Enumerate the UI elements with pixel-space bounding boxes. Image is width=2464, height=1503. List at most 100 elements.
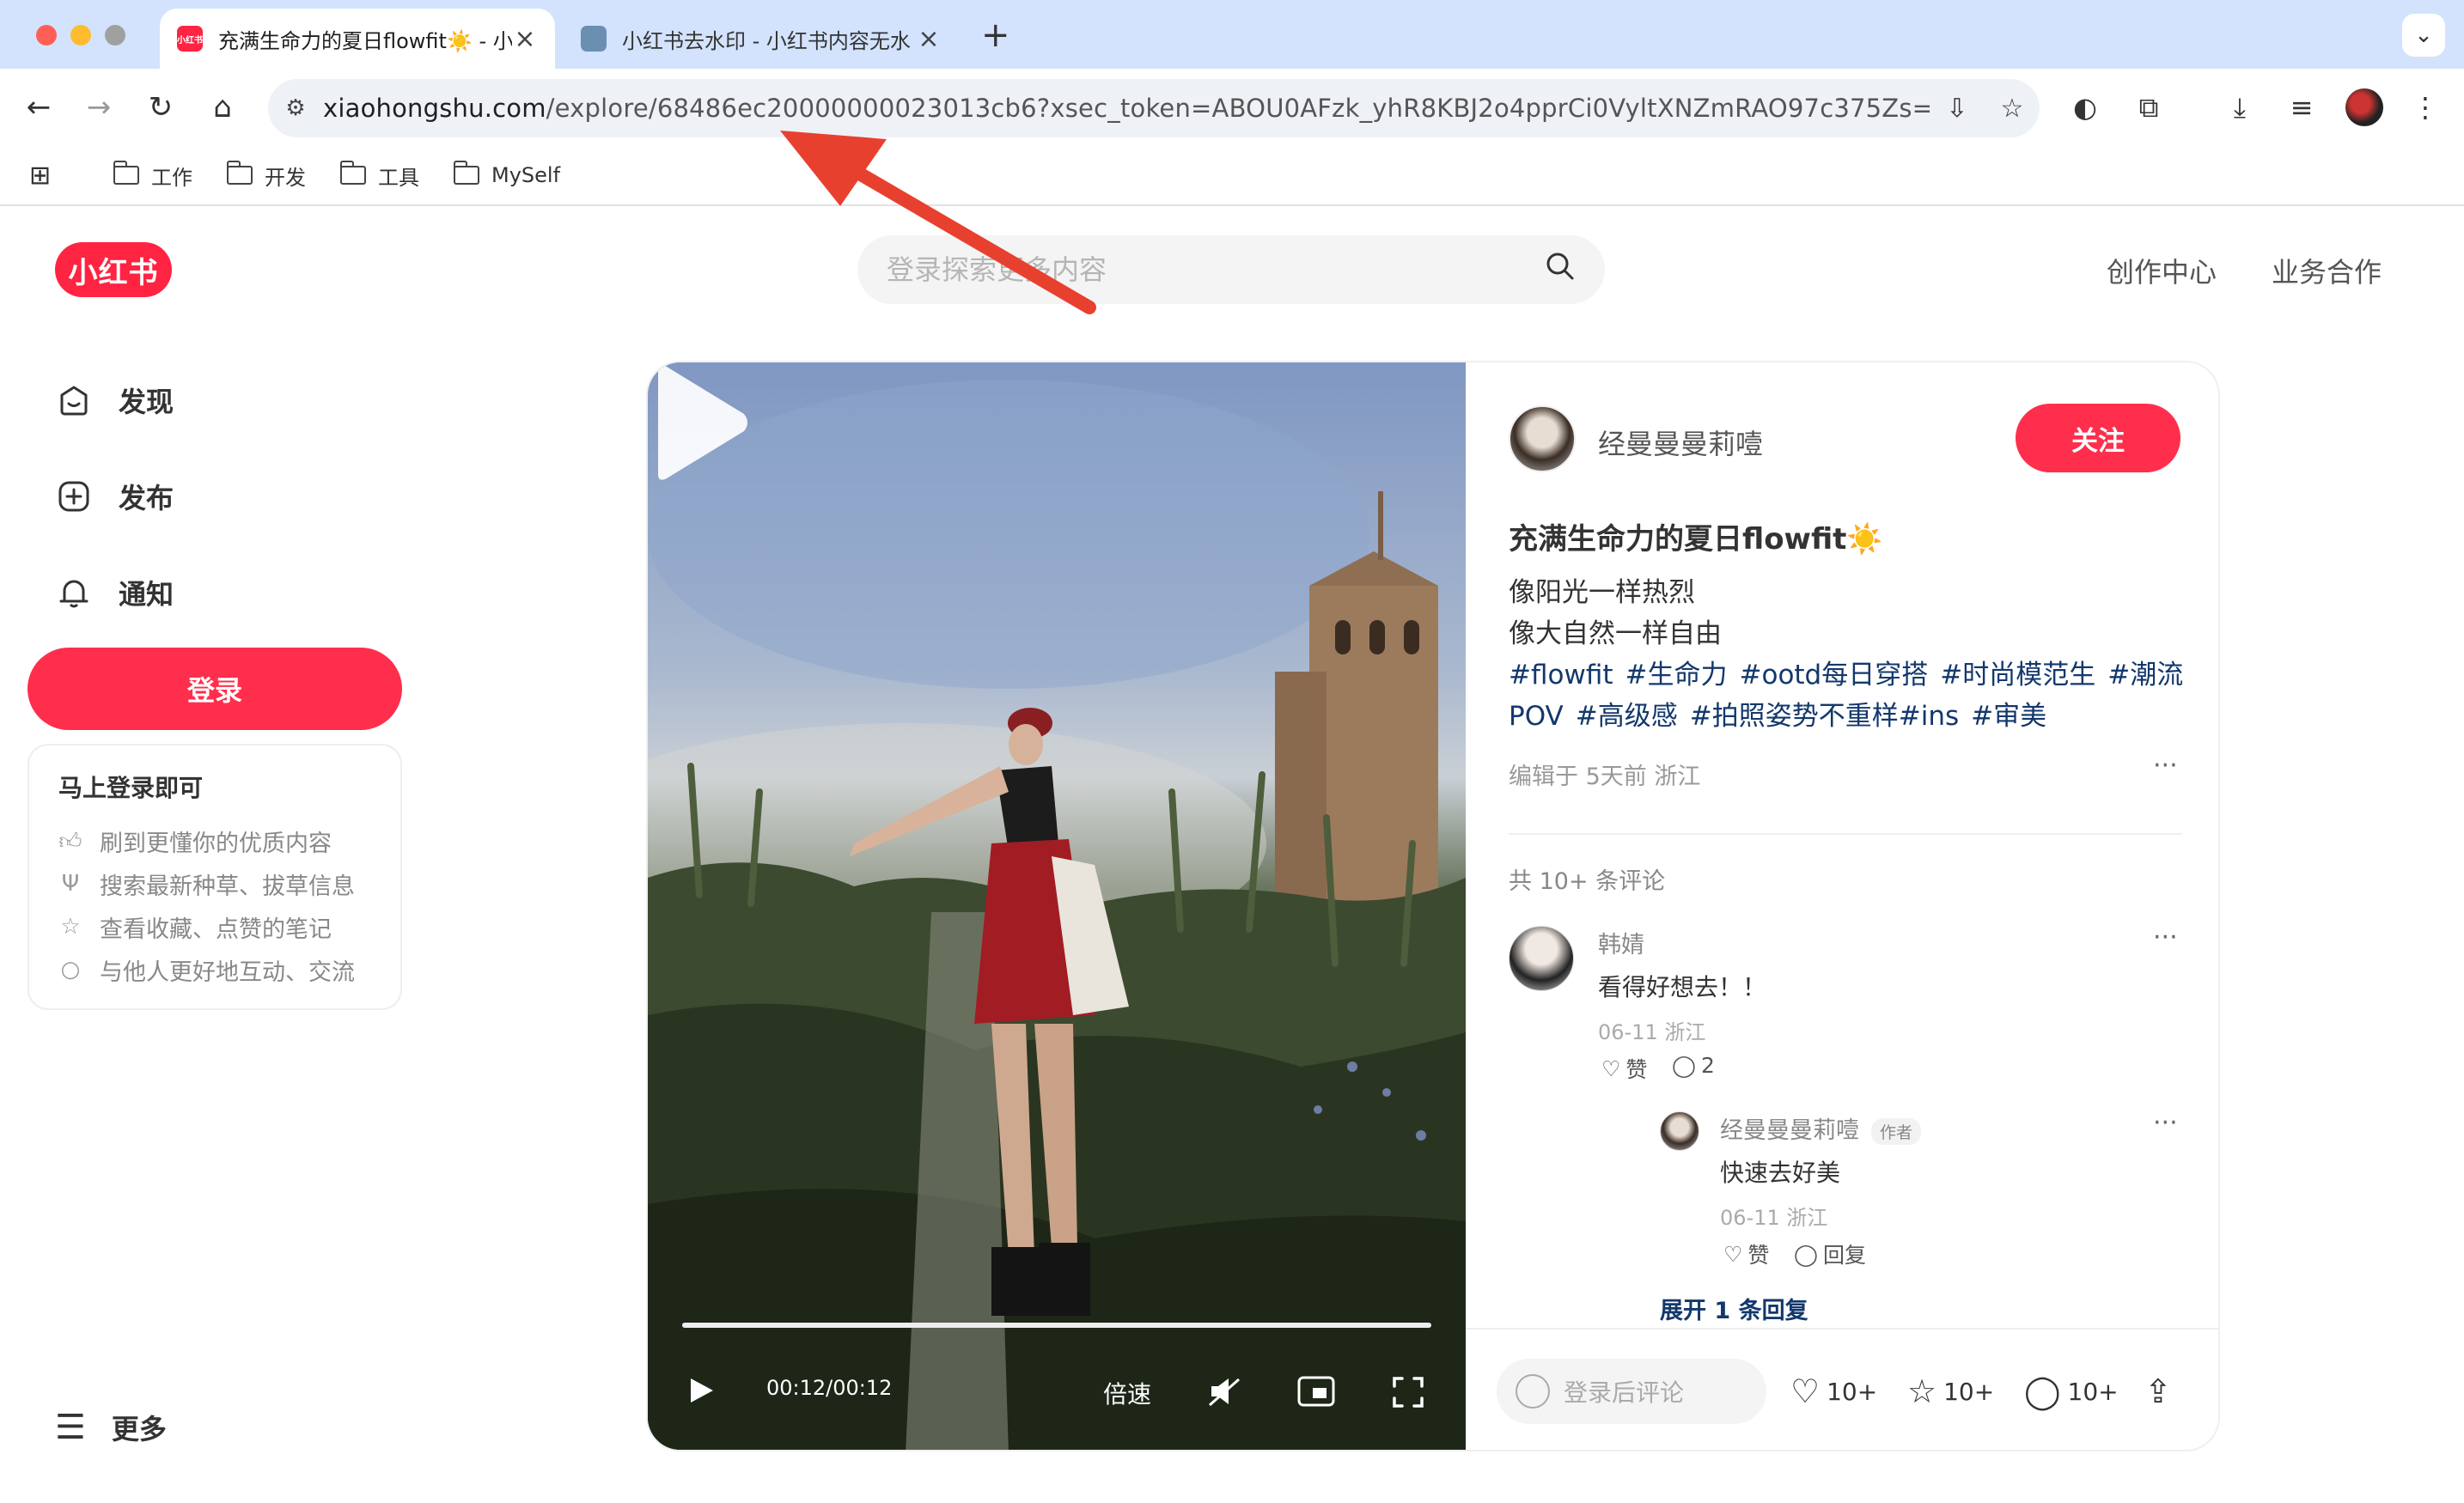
sidebar-item-publish[interactable]: 发布: [55, 471, 174, 522]
hashtag[interactable]: #拍照姿势不重样: [1690, 701, 1899, 732]
window-zoom-button[interactable]: [105, 25, 125, 46]
user-avatar-placeholder-icon: [1516, 1374, 1550, 1409]
chat-bubble-icon: ◯: [2024, 1372, 2061, 1410]
new-tab-button[interactable]: +: [981, 15, 1010, 55]
comment-placeholder: 登录后评论: [1564, 1378, 1685, 1407]
downloads-icon[interactable]: ⤓: [2218, 86, 2261, 129]
comment-more-icon[interactable]: ···: [2153, 922, 2178, 952]
browser-tab-bar: 小红书 充满生命力的夏日flowfit☀️ - 小 × 小红书去水印 - 小红书…: [0, 0, 2464, 69]
author-name[interactable]: 经曼曼曼莉噎: [1598, 423, 1763, 462]
playback-speed-button[interactable]: 倍速: [1103, 1376, 1151, 1410]
comment-like-button[interactable]: ♡ 赞: [1601, 1053, 1647, 1084]
browser-menu-icon[interactable]: ⋮: [2404, 86, 2447, 129]
heart-icon: ♡: [1790, 1372, 1821, 1410]
extensions-puzzle-icon[interactable]: ⧉: [2127, 86, 2170, 129]
divider: [1509, 833, 2182, 835]
follow-button[interactable]: 关注: [2016, 404, 2180, 472]
comment-button[interactable]: ◯ 10+: [2024, 1372, 2119, 1410]
media-control-icon[interactable]: ≡: [2280, 86, 2323, 129]
commenter-avatar[interactable]: [1509, 926, 1574, 991]
bookmark-folder-myself[interactable]: MySelf: [453, 158, 561, 192]
collect-count: 10+: [1943, 1377, 1995, 1406]
sidebar-item-notifications[interactable]: 通知: [55, 567, 174, 618]
install-app-icon[interactable]: ⇩: [1930, 94, 1985, 124]
bookmark-folder-tools[interactable]: 工具: [339, 158, 419, 192]
forward-arrow-icon[interactable]: →: [77, 86, 120, 129]
hashtag[interactable]: #ootd每日穿搭: [1740, 660, 1929, 691]
bookmark-folder-work[interactable]: 工作: [113, 158, 192, 192]
chat-icon: ○: [60, 957, 81, 983]
apps-grid-icon[interactable]: ⊞: [29, 158, 51, 192]
sidebar-more[interactable]: ☰ 更多: [55, 1402, 167, 1453]
tab-search-chevron-icon[interactable]: ⌄: [2402, 14, 2445, 57]
hashtag[interactable]: #ins: [1899, 701, 1959, 732]
thumbs-up-icon: 👍︎: [58, 828, 82, 855]
bookmark-label: MySelf: [491, 163, 561, 187]
reply-like-button[interactable]: ♡ 赞: [1723, 1238, 1769, 1269]
bell-icon: [55, 574, 93, 612]
commenter-name[interactable]: 韩婧: [1598, 926, 1644, 959]
window-minimize-button[interactable]: [70, 25, 91, 46]
benefit-row: Ψ 搜索最新种草、拔草信息: [58, 862, 371, 905]
back-arrow-icon[interactable]: ←: [17, 86, 60, 129]
video-player[interactable]: 00:12/00:12 倍速: [648, 362, 1466, 1450]
play-overlay-icon[interactable]: [648, 362, 751, 483]
note-tags: #flowfit #生命力 #ootd每日穿搭 #时尚模范生 #潮流POV #高级感 #拍照…: [1509, 654, 2187, 737]
share-button[interactable]: ⇪: [2144, 1372, 2179, 1410]
search-icon[interactable]: [1545, 251, 1576, 289]
engagement-bar: 登录后评论 ♡ 10+ ☆ 10+ ◯ 10+ ⇪: [1466, 1328, 2218, 1450]
note-detail-card: 00:12/00:12 倍速 经曼曼曼莉噎 关注 充满生命力的夏日flowfit…: [646, 361, 2220, 1451]
video-progress-bar[interactable]: [682, 1323, 1431, 1328]
hashtag[interactable]: #审美: [1971, 701, 2046, 732]
extension-orb-icon[interactable]: ◐: [2064, 86, 2107, 129]
xiaohongshu-logo[interactable]: 小红书: [55, 242, 172, 297]
tab-xiaohongshu-note[interactable]: 小红书 充满生命力的夏日flowfit☀️ - 小 ×: [160, 9, 555, 69]
bookmark-label: 工作: [151, 165, 192, 190]
like-button[interactable]: ♡ 10+: [1790, 1372, 1877, 1410]
like-label: 赞: [1747, 1243, 1770, 1268]
close-tab-icon[interactable]: ×: [916, 24, 942, 54]
profile-avatar[interactable]: [2345, 88, 2383, 126]
address-bar[interactable]: ⚙ xiaohongshu.com/explore/68486ec2000000…: [268, 79, 2040, 137]
reload-icon[interactable]: ↻: [139, 86, 182, 129]
tab-title: 小红书去水印 - 小红书内容无水: [622, 28, 911, 53]
business-link[interactable]: 业务合作: [2272, 251, 2382, 290]
tab-title: 充满生命力的夏日flowfit☀️ - 小: [218, 28, 512, 53]
hashtag[interactable]: #生命力: [1625, 660, 1728, 691]
hashtag[interactable]: #时尚模范生: [1940, 660, 2095, 691]
bookmark-star-icon[interactable]: ☆: [1985, 94, 2040, 124]
sidebar-item-discover[interactable]: 发现: [55, 374, 174, 426]
home-icon[interactable]: ⌂: [201, 86, 244, 129]
replier-name[interactable]: 经曼曼曼莉噎 作者: [1720, 1111, 1922, 1145]
note-edit-meta: 编辑于 5天前 浙江: [1509, 764, 1701, 790]
sidebar-item-label: 发现: [119, 386, 174, 418]
reply-text: 快速去好美: [1720, 1159, 1841, 1187]
search-input[interactable]: [887, 253, 1545, 286]
comment-reply-button[interactable]: ◯ 2: [1672, 1053, 1715, 1078]
login-button[interactable]: 登录: [27, 648, 402, 730]
hashtag[interactable]: #高级感: [1576, 701, 1678, 732]
like-label: 赞: [1625, 1057, 1648, 1082]
bookmark-label: 开发: [265, 165, 306, 190]
close-tab-icon[interactable]: ×: [512, 24, 538, 54]
comment-input[interactable]: 登录后评论: [1497, 1359, 1766, 1424]
more-options-icon[interactable]: ···: [2153, 751, 2178, 781]
replier-avatar[interactable]: [1660, 1111, 1699, 1151]
sidebar-more-label: 更多: [111, 1413, 167, 1445]
url-text[interactable]: xiaohongshu.com/explore/68486ec200000000…: [323, 94, 1930, 123]
reply-reply-button[interactable]: ◯ 回复: [1794, 1238, 1866, 1269]
collect-button[interactable]: ☆ 10+: [1907, 1372, 1994, 1410]
author-avatar[interactable]: [1509, 405, 1576, 472]
expand-replies-link[interactable]: 展开 1 条回复: [1660, 1292, 1808, 1325]
hashtag[interactable]: #flowfit: [1509, 660, 1613, 691]
bookmark-folder-dev[interactable]: 开发: [226, 158, 306, 192]
comment-more-icon[interactable]: ···: [2153, 1108, 2178, 1138]
login-card-title: 马上登录即可: [58, 774, 204, 802]
tab-watermark-remover[interactable]: 小红书去水印 - 小红书内容无水 ×: [564, 9, 959, 69]
creator-center-link[interactable]: 创作中心: [2107, 251, 2217, 290]
site-info-icon[interactable]: ⚙: [268, 95, 323, 121]
search-box[interactable]: [857, 235, 1605, 304]
note-info-panel: 经曼曼曼莉噎 关注 充满生命力的夏日flowfit☀️ 像阳光一样热烈 像大自然…: [1466, 362, 2218, 1450]
window-close-button[interactable]: [36, 25, 57, 46]
comment-count-bottom: 10+: [2067, 1377, 2119, 1406]
